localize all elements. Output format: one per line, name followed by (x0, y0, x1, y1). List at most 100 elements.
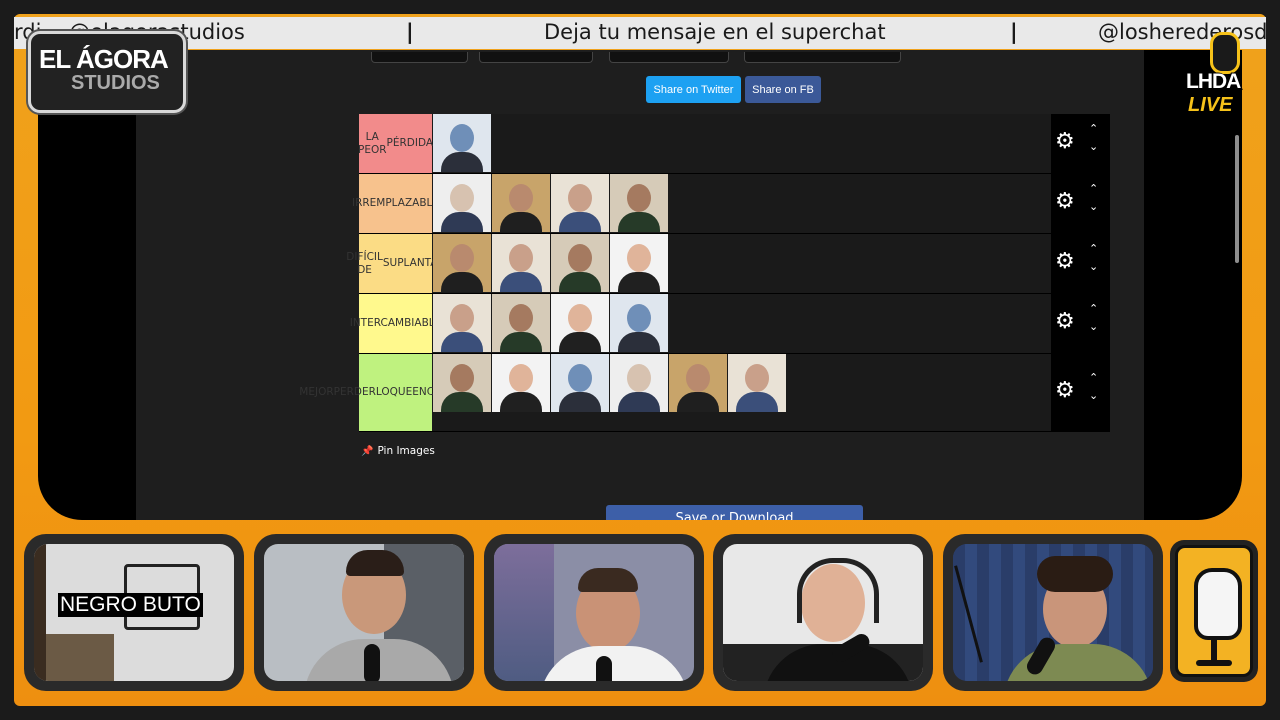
webcam-4 (713, 534, 933, 691)
webcam-2 (254, 534, 474, 691)
tier-controls: ⚙ ⌃ ⌄ (1051, 354, 1110, 431)
tier-controls: ⚙ ⌃ ⌄ (1051, 294, 1110, 353)
portrait-head (627, 184, 651, 212)
top-button[interactable] (744, 52, 901, 63)
tier-label-line: PÉRDIDA (386, 137, 434, 149)
chevron-down-icon[interactable]: ⌄ (1089, 320, 1098, 333)
chevron-down-icon[interactable]: ⌄ (1089, 200, 1098, 213)
chevron-down-icon[interactable]: ⌄ (1089, 260, 1098, 273)
backdrop-art (494, 544, 554, 681)
portrait-body (500, 272, 542, 292)
pin-icon: 📌 (361, 446, 374, 457)
tier-item-image[interactable] (610, 354, 668, 412)
portrait-head (627, 304, 651, 332)
chevron-up-icon[interactable]: ⌃ (1089, 302, 1098, 315)
gear-icon[interactable]: ⚙ (1055, 249, 1075, 274)
webcam-3 (484, 534, 704, 691)
tier-item-image[interactable] (551, 294, 609, 352)
tier-items (433, 234, 669, 293)
el-agora-logo: EL ÁGORA STUDIOS (28, 31, 186, 113)
tier-items (433, 354, 787, 431)
save-download-button[interactable]: Save or Download (606, 505, 863, 520)
tier-item-image[interactable] (492, 294, 550, 352)
share-twitter-button[interactable]: Share on Twitter (646, 76, 741, 103)
tier-item-image[interactable] (610, 294, 668, 352)
portrait-body (500, 332, 542, 352)
tier-label-line: IRREMPLAZ (351, 197, 413, 209)
portrait-body (618, 272, 660, 292)
gear-icon[interactable]: ⚙ (1055, 129, 1075, 154)
tier-item-image[interactable] (551, 354, 609, 412)
tier-items (433, 114, 492, 173)
portrait-head (509, 244, 533, 272)
portrait-head (450, 184, 474, 212)
tier-item-image[interactable] (610, 174, 668, 232)
portrait-body (559, 272, 601, 292)
tier-item-image[interactable] (728, 354, 786, 412)
tier-label-line: QUE (389, 386, 413, 398)
tier-label[interactable]: INTERCAMB IABLE (350, 294, 441, 353)
top-button[interactable] (371, 52, 468, 63)
share-fb-button[interactable]: Share on FB (745, 76, 821, 103)
tier-item-image[interactable] (492, 174, 550, 232)
tier-item-image[interactable] (551, 174, 609, 232)
scrollbar-thumb[interactable] (1235, 135, 1239, 263)
portrait-head (509, 184, 533, 212)
webcam-name-label: NEGRO BUTO (58, 593, 203, 617)
tier-label[interactable]: LA PEOR PÉRDIDA (357, 114, 434, 173)
portrait-body (441, 212, 483, 232)
tier-row: INTERCAMB IABLE ⚙ ⌃ ⌄ (350, 294, 1110, 354)
portrait-head (450, 304, 474, 332)
person-body (539, 646, 689, 681)
portrait-head (568, 304, 592, 332)
ticker-separator: | (1010, 20, 1018, 44)
tier-label-line: MEJOR (299, 386, 334, 398)
portrait-body (559, 392, 601, 412)
portrait-head (686, 364, 710, 392)
browser-viewport: Share on Twitter Share on FB LA PEOR PÉRD… (136, 50, 1239, 520)
person-hair (346, 550, 404, 576)
chevron-up-icon[interactable]: ⌃ (1089, 122, 1098, 135)
portrait-body (618, 332, 660, 352)
tier-label[interactable]: IRREMPLAZ ABLE (352, 174, 439, 233)
chevron-down-icon[interactable]: ⌄ (1089, 389, 1098, 402)
tier-controls: ⚙ ⌃ ⌄ (1051, 114, 1110, 173)
chevron-up-icon[interactable]: ⌃ (1089, 242, 1098, 255)
tier-item-image[interactable] (492, 354, 550, 412)
tier-label-line: INTERCAMB (349, 317, 412, 329)
tier-item-image[interactable] (669, 354, 727, 412)
tier-row: LA PEOR PÉRDIDA ⚙ ⌃ ⌄ (357, 114, 1110, 174)
tier-controls: ⚙ ⌃ ⌄ (1051, 174, 1110, 233)
podcast-mic-badge (1170, 540, 1258, 682)
gear-icon[interactable]: ⚙ (1055, 189, 1075, 214)
tier-item-image[interactable] (433, 114, 491, 172)
pin-images-toggle[interactable]: 📌 Pin Images (361, 445, 435, 457)
tier-item-image[interactable] (433, 234, 491, 292)
tier-item-image[interactable] (433, 294, 491, 352)
tier-item-image[interactable] (433, 174, 491, 232)
tier-label[interactable]: DIFÍCIL DE SUPLANTAR (346, 234, 445, 293)
agora-logo-title: EL ÁGORA (39, 44, 169, 74)
tier-label[interactable]: MEJORPERDERLOQUEENCONTRARLO (299, 354, 492, 431)
tier-item-image[interactable] (492, 234, 550, 292)
microphone-icon (1210, 32, 1240, 74)
webcam-1: NEGRO BUTO (24, 534, 244, 691)
ticker-center-text: Deja tu mensaje en el superchat (544, 20, 886, 44)
tier-item-image[interactable] (433, 354, 491, 412)
chevron-up-icon[interactable]: ⌃ (1089, 371, 1098, 384)
chevron-down-icon[interactable]: ⌄ (1089, 140, 1098, 153)
gear-icon[interactable]: ⚙ (1055, 309, 1075, 334)
lhda-logo-title: LHDA (1186, 70, 1241, 93)
portrait-body (559, 332, 601, 352)
portrait-body (677, 392, 719, 412)
lhda-live-logo: LHDA LIVE (1180, 30, 1252, 126)
tier-item-image[interactable] (610, 234, 668, 292)
top-button[interactable] (609, 52, 729, 63)
top-button[interactable] (479, 52, 593, 63)
tier-label-line: LA PEOR (357, 130, 387, 156)
portrait-body (736, 392, 778, 412)
gear-icon[interactable]: ⚙ (1055, 378, 1075, 403)
tier-item-image[interactable] (551, 234, 609, 292)
portrait-head (568, 244, 592, 272)
chevron-up-icon[interactable]: ⌃ (1089, 182, 1098, 195)
